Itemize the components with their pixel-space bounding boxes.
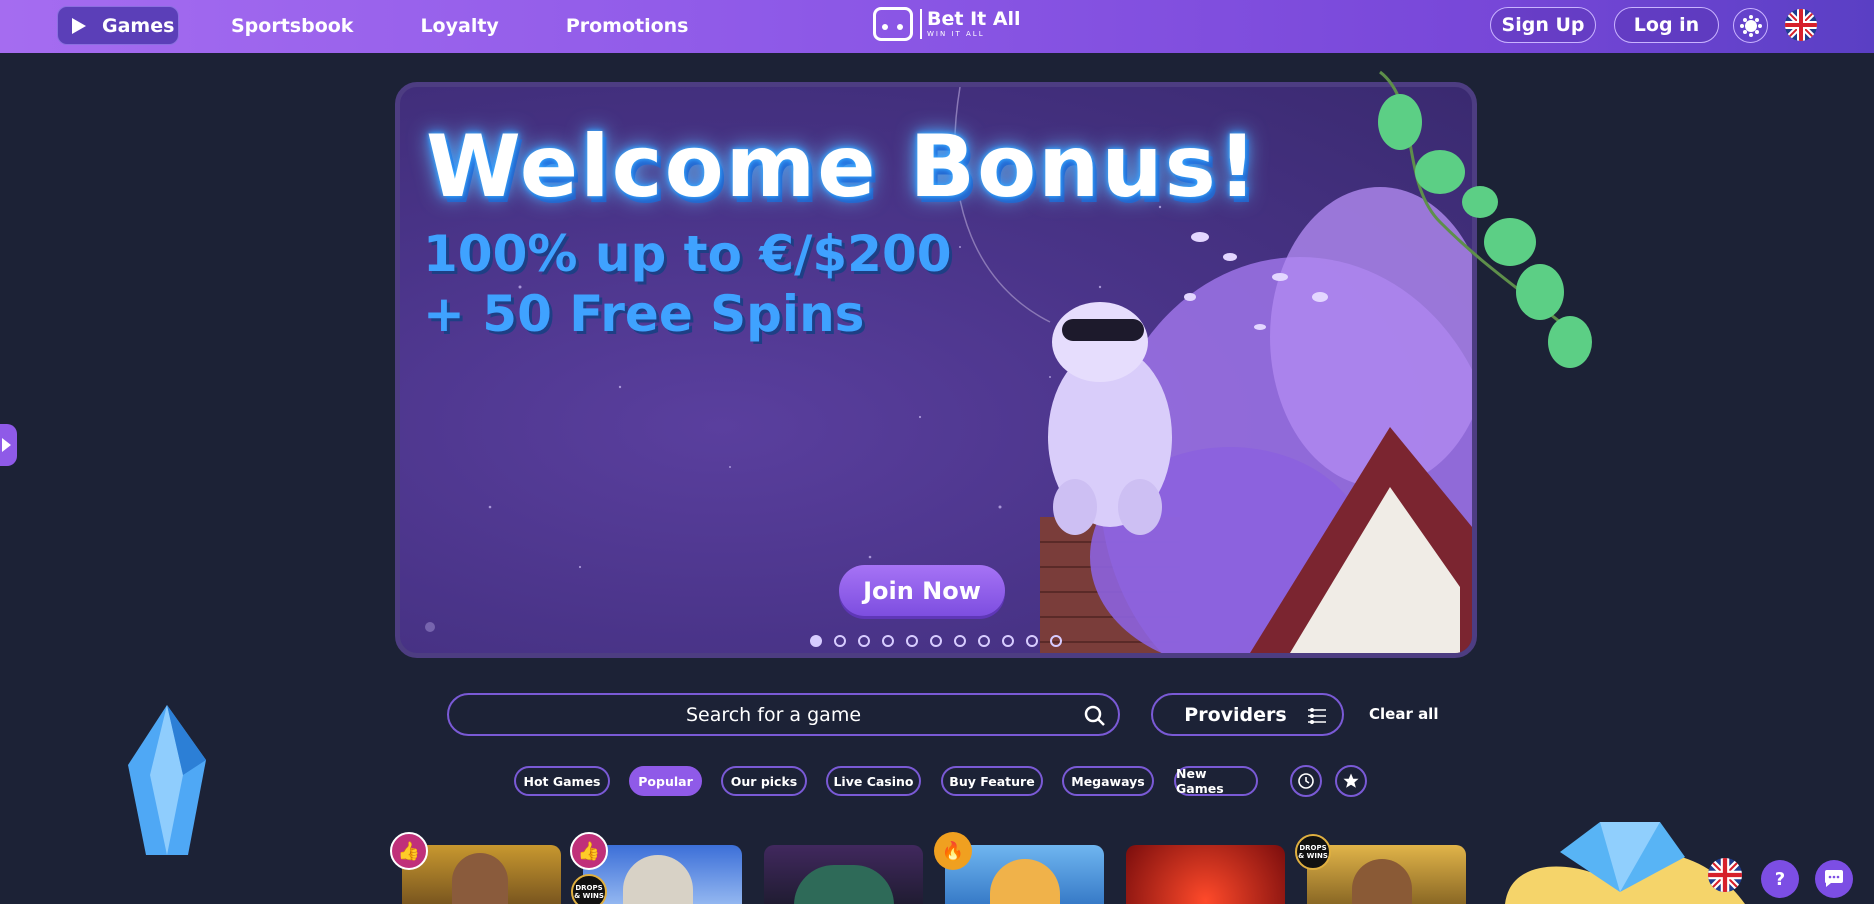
tag-label: Megaways xyxy=(1071,773,1145,789)
carousel-dot-4[interactable] xyxy=(882,635,894,647)
tag-label: Popular xyxy=(638,773,693,789)
game-art xyxy=(990,859,1060,904)
game-tile-5[interactable] xyxy=(1126,845,1285,904)
recent-games-button[interactable] xyxy=(1290,765,1322,797)
sign-up-label: Sign Up xyxy=(1501,14,1585,36)
carousel-dot-10[interactable] xyxy=(1026,635,1038,647)
side-menu-toggle[interactable] xyxy=(0,424,17,466)
logo-title: Bet It All xyxy=(927,8,1021,30)
tag-label: Buy Feature xyxy=(949,773,1035,789)
play-icon xyxy=(72,17,86,34)
live-chat-button[interactable] xyxy=(1815,860,1853,898)
top-navigation-bar: Games Sportsbook Loyalty Promotions Bet … xyxy=(0,0,1874,53)
sign-up-button[interactable]: Sign Up xyxy=(1490,7,1596,43)
tag-label: Our picks xyxy=(730,773,798,789)
logo-subtitle: WIN IT ALL xyxy=(927,30,985,38)
carousel-dot-11[interactable] xyxy=(1050,635,1062,647)
game-tile-3[interactable] xyxy=(764,845,923,904)
help-button[interactable]: ? xyxy=(1761,860,1799,898)
drops-and-wins-badge: DROPS & WINS xyxy=(571,874,607,904)
theme-toggle-button[interactable] xyxy=(1733,8,1768,43)
game-art xyxy=(794,865,894,904)
carousel-dot-6[interactable] xyxy=(930,635,942,647)
play-icon xyxy=(2,438,11,452)
promo-banner[interactable]: Welcome Bonus! 100% up to €/$200 + 50 Fr… xyxy=(395,82,1477,658)
join-now-button[interactable]: Join Now xyxy=(839,565,1005,616)
join-now-label: Join Now xyxy=(863,576,981,605)
banner-offer-line-2: + 50 Free Spins xyxy=(423,285,865,343)
question-mark-icon: ? xyxy=(1774,868,1786,890)
tag-popular[interactable]: Popular xyxy=(629,766,702,796)
nav-sportsbook-label: Sportsbook xyxy=(231,14,354,37)
search-icon[interactable] xyxy=(1084,705,1106,727)
favorites-button[interactable] xyxy=(1335,765,1367,797)
site-logo[interactable]: Bet It All WIN IT ALL xyxy=(873,7,1021,41)
history-icon xyxy=(1298,773,1314,789)
tag-live-casino[interactable]: Live Casino xyxy=(826,766,921,796)
log-in-button[interactable]: Log in xyxy=(1614,7,1719,43)
game-art xyxy=(452,853,508,904)
nav-promotions[interactable]: Promotions xyxy=(566,6,689,45)
tag-hot-games[interactable]: Hot Games xyxy=(514,766,610,796)
filter-icon xyxy=(1308,708,1326,724)
tag-new-games[interactable]: New Games xyxy=(1174,766,1258,796)
tag-label: Live Casino xyxy=(833,773,914,789)
game-art xyxy=(1352,859,1412,904)
nav-loyalty[interactable]: Loyalty xyxy=(420,6,498,45)
game-art xyxy=(623,855,693,904)
chat-bubble-icon xyxy=(1825,870,1843,887)
log-in-label: Log in xyxy=(1633,14,1700,36)
logo-text: Bet It All WIN IT ALL xyxy=(920,9,1021,39)
main-nav: Games Sportsbook Loyalty Promotions xyxy=(57,6,689,45)
carousel-dot-2[interactable] xyxy=(834,635,846,647)
game-search-input[interactable]: Search for a game xyxy=(447,693,1120,736)
nav-sportsbook[interactable]: Sportsbook xyxy=(231,6,353,45)
star-icon xyxy=(1343,773,1359,788)
carousel-dot-7[interactable] xyxy=(954,635,966,647)
tag-label: New Games xyxy=(1176,766,1224,796)
nav-promotions-label: Promotions xyxy=(565,14,689,37)
nav-games-label: Games xyxy=(102,14,175,37)
tag-megaways[interactable]: Megaways xyxy=(1062,766,1154,796)
sun-icon xyxy=(1744,19,1757,32)
banner-title: Welcome Bonus! xyxy=(426,117,1260,217)
tag-our-picks[interactable]: Our picks xyxy=(721,766,807,796)
uk-flag-icon xyxy=(1708,858,1742,892)
drops-and-wins-badge: DROPS & WINS xyxy=(1295,834,1331,870)
banner-offer-line-1: 100% up to €/$200 xyxy=(423,225,952,283)
carousel-dots xyxy=(810,635,1074,647)
carousel-dot-3[interactable] xyxy=(858,635,870,647)
fire-icon: 🔥 xyxy=(934,832,972,870)
carousel-dot-5[interactable] xyxy=(906,635,918,647)
providers-filter-button[interactable]: Providers xyxy=(1151,693,1344,736)
thumbs-up-icon: 👍 xyxy=(570,832,608,870)
robot-crown-logo-icon xyxy=(873,7,913,41)
carousel-dot-8[interactable] xyxy=(978,635,990,647)
clear-all-link[interactable]: Clear all xyxy=(1369,705,1438,723)
search-placeholder: Search for a game xyxy=(685,703,862,726)
thumbs-up-icon: 👍 xyxy=(390,832,428,870)
vine-decoration xyxy=(1378,70,1592,368)
nav-games[interactable]: Games xyxy=(57,6,179,45)
carousel-dot-1[interactable] xyxy=(810,635,822,647)
tag-buy-feature[interactable]: Buy Feature xyxy=(941,766,1043,796)
crystal-decoration xyxy=(128,705,206,855)
uk-flag-icon[interactable] xyxy=(1785,9,1817,41)
providers-label: Providers xyxy=(1184,703,1287,726)
nav-loyalty-label: Loyalty xyxy=(420,14,499,37)
tag-label: Hot Games xyxy=(523,773,601,789)
carousel-dot-9[interactable] xyxy=(1002,635,1014,647)
